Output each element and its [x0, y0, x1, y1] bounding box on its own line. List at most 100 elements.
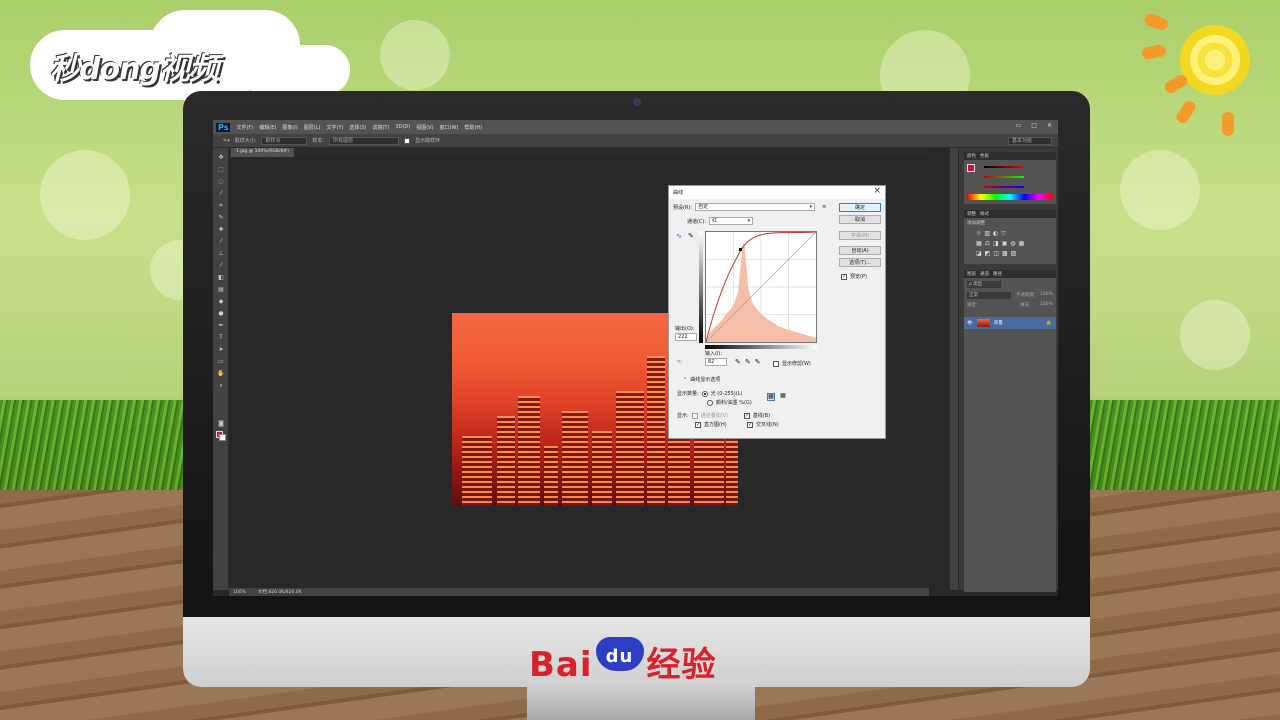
- preview-row: ✓ 预览(P): [841, 273, 867, 280]
- eyedropper-tool-icon[interactable]: ✎▾: [223, 138, 230, 144]
- lasso-tool-icon[interactable]: ◌: [217, 178, 225, 186]
- on-image-adjust-icon[interactable]: ☜: [676, 358, 682, 366]
- menu-type[interactable]: 文字(Y): [326, 124, 343, 131]
- stamp-tool-icon[interactable]: ⊥: [217, 250, 225, 258]
- brush-tool-icon[interactable]: ⁄: [217, 238, 225, 246]
- layer-thumbnail: [976, 319, 990, 327]
- eyedropper-icons[interactable]: ✎✎✎: [735, 358, 765, 366]
- sample-select[interactable]: 所有图层: [329, 136, 400, 145]
- color-ramp[interactable]: [967, 194, 1053, 200]
- options-button[interactable]: 选项(T)...: [839, 258, 881, 267]
- sun-icon: [1180, 25, 1250, 95]
- preset-options-icon[interactable]: ≡: [822, 204, 826, 210]
- collapse-chevron-icon[interactable]: ⌃: [683, 377, 687, 383]
- path-select-icon[interactable]: ➤: [217, 346, 225, 354]
- adjustment-icons-row-2[interactable]: ▦⚖◨▣◍▦: [976, 240, 1027, 247]
- grid-detailed-icon[interactable]: ▦: [779, 393, 787, 401]
- input-value-field[interactable]: 82: [705, 358, 727, 366]
- layer-kind-filter[interactable]: ρ 类型: [967, 281, 1001, 288]
- menu-file[interactable]: 文件(F): [236, 124, 253, 131]
- type-tool-icon[interactable]: T: [217, 334, 225, 342]
- curves-graph[interactable]: [705, 231, 817, 343]
- curve-edit-icon[interactable]: ∿: [676, 232, 682, 240]
- menu-view[interactable]: 视图(V): [416, 124, 433, 131]
- auto-button[interactable]: 自动(A): [839, 246, 881, 255]
- adjustment-icons-row[interactable]: ☼▥◐▽: [976, 230, 1009, 237]
- sample-size-label: 取样大小:: [234, 138, 257, 144]
- menu-layer[interactable]: 图层(L): [304, 124, 321, 131]
- tab-layers[interactable]: 图层: [967, 271, 976, 277]
- intersection-checkbox[interactable]: ✓: [747, 421, 753, 428]
- ok-button[interactable]: 确定: [839, 203, 881, 212]
- tab-color[interactable]: 颜色: [967, 153, 976, 159]
- tab-swatches[interactable]: 色板: [980, 153, 989, 159]
- healing-tool-icon[interactable]: ✚: [217, 226, 225, 234]
- sample-size-select[interactable]: 取样点: [261, 136, 308, 145]
- maximize-button[interactable]: □: [1031, 122, 1037, 129]
- window-controls: ▭ □ ✕: [1016, 122, 1052, 129]
- eraser-tool-icon[interactable]: ◧: [217, 274, 225, 282]
- histogram-checkbox[interactable]: ✓: [695, 421, 701, 428]
- smooth-button[interactable]: 平滑(M): [839, 231, 881, 240]
- channel-select[interactable]: 红 ▾: [709, 217, 754, 225]
- output-value-field[interactable]: 222: [675, 333, 697, 341]
- eye-icon[interactable]: 👁: [967, 321, 973, 326]
- output-label: 输出(O):: [675, 326, 695, 332]
- menu-select[interactable]: 选择(S): [349, 124, 366, 131]
- document-size: 文档:826.0K/826.0K: [257, 590, 302, 595]
- shape-tool-icon[interactable]: ▭: [217, 358, 225, 366]
- quick-mask-icon[interactable]: ◙: [217, 420, 225, 428]
- layer-row-background[interactable]: 👁 背景 🔒: [964, 317, 1056, 329]
- preset-select[interactable]: 自定 ▾: [695, 203, 816, 211]
- show-ring-checkbox[interactable]: [404, 137, 411, 144]
- zoom-tool-icon[interactable]: ⌕: [217, 382, 225, 390]
- fill-value[interactable]: 100%: [1040, 302, 1053, 307]
- panel-icon-strip: [950, 148, 959, 590]
- channel-overlays-checkbox[interactable]: [691, 412, 698, 419]
- opacity-value[interactable]: 100%: [1040, 292, 1053, 297]
- baseline-checkbox[interactable]: ✓: [743, 412, 750, 419]
- output-gradient-bar: [699, 231, 703, 343]
- blur-tool-icon[interactable]: ◆: [217, 298, 225, 306]
- hand-tool-icon[interactable]: ✋: [217, 370, 225, 378]
- menu-window[interactable]: 窗口(W): [440, 124, 459, 131]
- menu-filter[interactable]: 滤镜(T): [372, 124, 389, 131]
- histogram-label: 直方图(H): [704, 422, 727, 428]
- close-button[interactable]: ✕: [1047, 122, 1052, 129]
- photoshop-window: Ps 文件(F) 编辑(E) 图像(I) 图层(L) 文字(Y) 选择(S) 滤…: [213, 120, 1058, 596]
- cancel-button[interactable]: 取消: [839, 215, 881, 224]
- quick-select-tool-icon[interactable]: ⁄: [217, 190, 225, 198]
- eyedropper-icon[interactable]: ✎: [217, 214, 225, 222]
- menu-3d[interactable]: 3D(D): [395, 124, 410, 130]
- light-radio[interactable]: [701, 390, 708, 397]
- tab-channels[interactable]: 通道: [980, 271, 989, 277]
- pen-tool-icon[interactable]: ✒: [217, 322, 225, 330]
- dodge-tool-icon[interactable]: ●: [217, 310, 225, 318]
- document-tab[interactable]: 1.jpg @ 100%(RGB/8#): [231, 148, 294, 157]
- document-tab-bar: 1.jpg @ 100%(RGB/8#): [229, 148, 929, 157]
- marquee-tool-icon[interactable]: ⬚: [217, 166, 225, 174]
- zoom-level[interactable]: 100%: [233, 590, 246, 595]
- screen-mode-icon[interactable]: ▭: [217, 432, 225, 440]
- tab-paths[interactable]: 路径: [993, 271, 1002, 277]
- menu-image[interactable]: 图像(I): [282, 124, 297, 131]
- grid-simple-icon[interactable]: ▦: [767, 393, 775, 401]
- pencil-draw-icon[interactable]: ✎: [688, 232, 694, 240]
- preview-checkbox[interactable]: ✓: [841, 273, 847, 280]
- crop-tool-icon[interactable]: ⌗: [217, 202, 225, 210]
- menu-help[interactable]: 帮助(H): [464, 124, 482, 131]
- tab-styles[interactable]: 样式: [980, 211, 989, 217]
- adjustment-icons-row-3[interactable]: ◪◩◫▩▨: [976, 250, 1019, 257]
- workspace-select[interactable]: 基本功能: [1008, 137, 1052, 145]
- move-tool-icon[interactable]: ✥: [217, 154, 225, 162]
- color-panel-swatch[interactable]: [967, 164, 975, 172]
- history-brush-icon[interactable]: ⁄: [217, 262, 225, 270]
- blend-mode-select[interactable]: 正常: [967, 292, 1011, 299]
- gradient-tool-icon[interactable]: ▤: [217, 286, 225, 294]
- menu-edit[interactable]: 编辑(E): [259, 124, 276, 131]
- pigment-radio[interactable]: [707, 399, 713, 406]
- dialog-close-icon[interactable]: ×: [873, 186, 881, 196]
- tab-adjustments[interactable]: 调整: [967, 211, 976, 217]
- show-clipping-checkbox[interactable]: [773, 360, 779, 367]
- minimize-button[interactable]: ▭: [1016, 122, 1022, 129]
